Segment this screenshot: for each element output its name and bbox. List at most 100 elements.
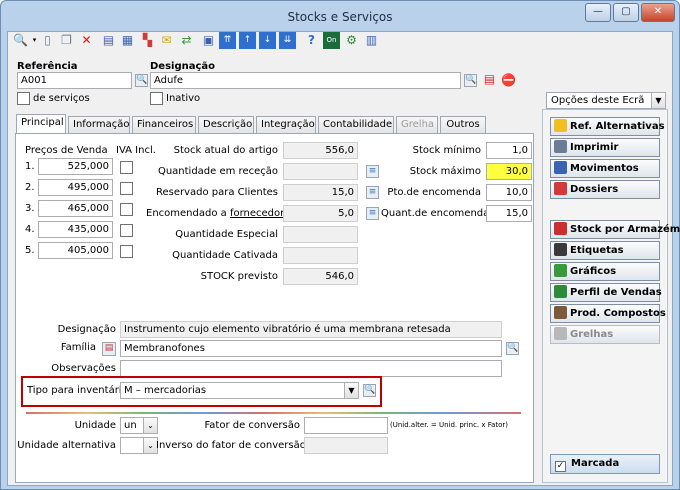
tab-integracao[interactable]: Integração [256, 116, 316, 134]
previsto-value: 546,0 [283, 268, 358, 285]
stock-atual-value: 556,0 [283, 142, 358, 159]
especial-value [283, 226, 358, 243]
movimentos-button[interactable]: Movimentos [550, 159, 660, 178]
next-record-icon[interactable]: ↓ [259, 32, 276, 49]
first-record-icon[interactable]: ⇈ [219, 32, 236, 49]
desig-label: Designação [150, 61, 216, 72]
online-icon[interactable]: On [323, 32, 340, 49]
marcada-toggle[interactable]: ✓ Marcada [550, 454, 660, 474]
price-input-1[interactable]: 525,000 [38, 158, 113, 175]
form-icon[interactable]: ▤ [100, 32, 117, 49]
reservado-list-icon[interactable]: ≡ [366, 186, 379, 199]
last-record-icon[interactable]: ⇊ [279, 32, 296, 49]
graficos-button[interactable]: Gráficos [550, 262, 660, 281]
minimize-button[interactable]: — [585, 3, 611, 22]
iva-checkbox-1[interactable] [120, 161, 133, 174]
etiquetas-button[interactable]: Etiquetas [550, 241, 660, 260]
unidade-alt-select[interactable] [120, 437, 144, 454]
previous-record-icon[interactable]: ↑ [239, 32, 256, 49]
new-document-icon[interactable]: ▯ [39, 32, 56, 49]
unidade-alt-label: Unidade alternativa [17, 440, 116, 451]
folder-icon [554, 182, 567, 195]
quant-input[interactable]: 15,0 [486, 205, 532, 222]
rececao-value [283, 163, 358, 180]
encomendado-list-icon[interactable]: ≡ [366, 207, 379, 220]
close-button[interactable]: ✕ [641, 3, 675, 22]
price-number: 3. [25, 203, 35, 214]
maximo-input[interactable]: 30,0 [486, 163, 532, 180]
familia-list-icon[interactable]: ▤ [102, 342, 116, 356]
desig-search-icon[interactable]: 🔍 [464, 74, 477, 87]
tab-informacao[interactable]: Informação [68, 116, 130, 134]
dossiers-button[interactable]: Dossiers [550, 180, 660, 199]
ref-input[interactable]: A001 [17, 72, 132, 89]
price-input-5[interactable]: 405,000 [38, 242, 113, 259]
prod-compostos-button[interactable]: Prod. Compostos [550, 304, 666, 323]
observacoes-input[interactable] [120, 360, 502, 377]
pto-input[interactable]: 10,0 [486, 184, 532, 201]
tab-financeiros[interactable]: Financeiros [132, 116, 196, 134]
encomendado-label-group: Encomendado a fornecedores [146, 208, 295, 219]
iva-checkbox-3[interactable] [120, 203, 133, 216]
imprimir-button[interactable]: Imprimir [550, 138, 660, 157]
no-entry-icon[interactable]: ⛔ [500, 72, 517, 89]
mail-icon[interactable]: ✉ [158, 32, 175, 49]
minimo-input[interactable]: 1,0 [486, 142, 532, 159]
imprimir-label: Imprimir [570, 142, 619, 153]
fator-input[interactable] [304, 417, 388, 434]
price-input-4[interactable]: 435,000 [38, 221, 113, 238]
chevron-down-icon[interactable]: ▼ [651, 92, 666, 109]
familia-search-icon[interactable]: 🔍 [506, 342, 519, 355]
save-icon[interactable]: ▥ [363, 32, 380, 49]
price-number: 1. [25, 161, 35, 172]
refresh-icon[interactable]: ⇄ [178, 32, 195, 49]
familia-input[interactable]: Membranofones [120, 340, 502, 357]
ref-search-icon[interactable]: 🔍 [135, 74, 148, 87]
tab-descricao[interactable]: Descrição [198, 116, 254, 134]
settings-icon[interactable]: ⚙ [343, 32, 360, 49]
ref-alternativas-button[interactable]: Ref. Alternativas [550, 117, 665, 136]
inativo-checkbox[interactable] [150, 92, 163, 105]
price-input-3[interactable]: 465,000 [38, 200, 113, 217]
delete-icon[interactable]: ✕ [78, 32, 95, 49]
options-select[interactable]: Opções deste Ecrã [546, 92, 652, 109]
layout-icon[interactable]: ▦ [119, 32, 136, 49]
chart-icon [554, 264, 567, 277]
tab-contabilidade[interactable]: Contabilidade [318, 116, 394, 134]
iva-checkbox-5[interactable] [120, 245, 133, 258]
toolbar: 🔍 ▾ ▯ ❐ ✕ ▤ ▦ ▚ ✉ ⇄ ▣ ⇈ ↑ ↓ ⇊ ? On ⚙ ▥ [8, 32, 672, 54]
tab-principal[interactable]: Principal [16, 114, 66, 134]
marcada-label: Marcada [571, 458, 620, 469]
structure-icon[interactable]: ▚ [139, 32, 156, 49]
price-number: 5. [25, 245, 35, 256]
pencil-icon [554, 119, 567, 132]
rececao-list-icon[interactable]: ≡ [366, 165, 379, 178]
maximize-button[interactable]: ▢ [613, 3, 639, 22]
perfil-vendas-button[interactable]: Perfil de Vendas [550, 283, 662, 302]
title-bar: Stocks e Serviços — ▢ ✕ [1, 1, 679, 31]
tipo-search-icon[interactable]: 🔍 [363, 384, 376, 397]
printer-icon [554, 140, 567, 153]
iva-checkbox-2[interactable] [120, 182, 133, 195]
desig-input[interactable]: Adufe [150, 72, 461, 89]
price-input-2[interactable]: 495,000 [38, 179, 113, 196]
preview-icon[interactable]: ▣ [200, 32, 217, 49]
ref-label: Referência [17, 61, 78, 72]
tipo-select[interactable]: M – mercadorias [120, 382, 345, 399]
marcada-checkbox[interactable]: ✓ [555, 461, 566, 472]
unidade-select[interactable]: un [120, 417, 144, 434]
previsto-label: STOCK previsto [200, 271, 278, 282]
tab-outros[interactable]: Outros [440, 116, 486, 134]
fator-label: Fator de conversão [204, 420, 300, 431]
fator-hint: (Unid.alter. = Unid. princ. x Fator) [390, 421, 509, 429]
tab-grelha: Grelha [396, 116, 438, 134]
record-icon[interactable]: ▤ [481, 71, 498, 88]
servicos-checkbox[interactable] [17, 92, 30, 105]
client-area: 🔍 ▾ ▯ ❐ ✕ ▤ ▦ ▚ ✉ ⇄ ▣ ⇈ ↑ ↓ ⇊ ? On ⚙ ▥ R… [7, 31, 680, 486]
iva-checkbox-4[interactable] [120, 224, 133, 237]
chevron-down-icon[interactable]: ⌄ [143, 417, 158, 434]
chevron-down-icon[interactable]: ▼ [344, 382, 359, 399]
help-icon[interactable]: ? [303, 32, 320, 49]
stock-armazem-button[interactable]: Stock por Armazém [550, 220, 680, 239]
copy-icon[interactable]: ❐ [58, 32, 75, 49]
